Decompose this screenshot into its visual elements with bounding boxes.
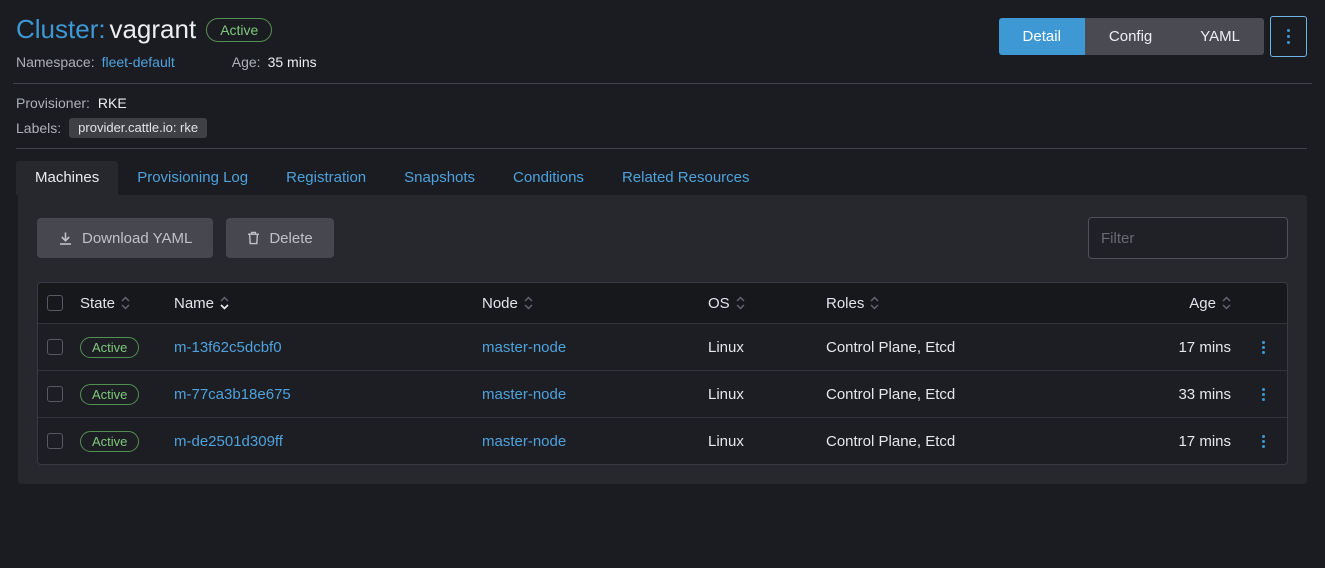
tab-bar: Machines Provisioning Log Registration S…: [16, 161, 1307, 195]
meta-divider: [16, 148, 1307, 149]
age-cell: 17 mins: [1119, 433, 1239, 450]
namespace-label: Namespace:: [16, 54, 95, 70]
status-badge: Active: [80, 384, 139, 405]
column-header-name[interactable]: Name: [166, 295, 474, 312]
tab-snapshots[interactable]: Snapshots: [385, 161, 494, 195]
column-header-age[interactable]: Age: [1119, 295, 1239, 312]
labels-row: Labels: provider.cattle.io: rke: [16, 118, 1309, 138]
table-row: Active m-de2501d309ff master-node Linux …: [38, 417, 1287, 464]
masthead-actions: Detail Config YAML: [999, 18, 1307, 57]
view-switcher: Detail Config YAML: [999, 18, 1264, 55]
sort-icon-active-desc: [220, 296, 229, 310]
download-icon: [58, 231, 73, 246]
age-value: 35 mins: [268, 54, 317, 70]
tab-machines[interactable]: Machines: [16, 161, 118, 195]
age-cell: 17 mins: [1119, 339, 1239, 356]
tab-conditions[interactable]: Conditions: [494, 161, 603, 195]
header-checkbox-cell: [38, 295, 72, 311]
node-link[interactable]: master-node: [482, 386, 566, 403]
tab-registration[interactable]: Registration: [267, 161, 385, 195]
sort-icon: [870, 296, 879, 310]
status-badge: Active: [80, 337, 139, 358]
sort-icon: [736, 296, 745, 310]
provisioner-row: Provisioner: RKE: [16, 95, 1309, 111]
machines-table: State Name: [37, 282, 1288, 465]
row-actions-menu-button[interactable]: [1256, 429, 1271, 454]
column-header-os[interactable]: OS: [700, 295, 818, 312]
node-link[interactable]: master-node: [482, 339, 566, 356]
config-view-button[interactable]: Config: [1085, 18, 1176, 55]
machine-name-link[interactable]: m-de2501d309ff: [174, 433, 283, 450]
os-cell: Linux: [700, 339, 818, 356]
machines-toolbar: Download YAML Delete: [37, 217, 1288, 259]
roles-cell: Control Plane, Etcd: [818, 339, 1119, 356]
masthead-subrow: Namespace: fleet-default Age: 35 mins: [16, 54, 317, 70]
column-header-roles[interactable]: Roles: [818, 295, 1119, 312]
tab-related-resources[interactable]: Related Resources: [603, 161, 769, 195]
download-yaml-button[interactable]: Download YAML: [37, 218, 213, 258]
cluster-detail-page: Cluster: vagrant Active Namespace: fleet…: [0, 0, 1325, 568]
sort-icon: [1222, 296, 1231, 310]
row-actions-menu-button[interactable]: [1256, 382, 1271, 407]
age-cell: 33 mins: [1119, 386, 1239, 403]
cluster-name: vagrant: [109, 14, 196, 44]
kebab-icon: [1287, 29, 1290, 32]
roles-cell: Control Plane, Etcd: [818, 433, 1119, 450]
sort-icon: [524, 296, 533, 310]
namespace-link[interactable]: fleet-default: [102, 54, 175, 70]
cluster-state-badge: Active: [206, 18, 272, 42]
roles-cell: Control Plane, Etcd: [818, 386, 1119, 403]
machines-panel: Download YAML Delete State: [18, 195, 1307, 484]
age-label: Age:: [232, 54, 261, 70]
masthead-left: Cluster: vagrant Active Namespace: fleet…: [16, 14, 317, 70]
table-header-row: State Name: [38, 283, 1287, 323]
labels-label: Labels:: [16, 120, 61, 136]
select-all-checkbox[interactable]: [47, 295, 63, 311]
column-header-state[interactable]: State: [72, 295, 166, 312]
row-checkbox[interactable]: [47, 339, 63, 355]
delete-label: Delete: [269, 230, 312, 247]
cluster-prefix: Cluster:: [16, 14, 106, 44]
delete-button[interactable]: Delete: [226, 218, 333, 258]
cluster-meta: Provisioner: RKE Labels: provider.cattle…: [0, 84, 1325, 138]
column-header-node[interactable]: Node: [474, 295, 700, 312]
sort-icon: [121, 296, 130, 310]
node-link[interactable]: master-node: [482, 433, 566, 450]
os-cell: Linux: [700, 433, 818, 450]
tab-provisioning-log[interactable]: Provisioning Log: [118, 161, 267, 195]
row-actions-menu-button[interactable]: [1256, 335, 1271, 360]
filter-input[interactable]: [1088, 217, 1288, 259]
machine-name-link[interactable]: m-13f62c5dcbf0: [174, 339, 282, 356]
kebab-icon: [1262, 435, 1265, 438]
trash-icon: [247, 231, 260, 245]
page-title: Cluster: vagrant Active: [16, 14, 317, 45]
cluster-actions-menu-button[interactable]: [1270, 16, 1307, 57]
provisioner-label: Provisioner:: [16, 95, 90, 111]
table-row: Active m-77ca3b18e675 master-node Linux …: [38, 370, 1287, 417]
kebab-icon: [1262, 388, 1265, 391]
resource-type-label: Cluster: vagrant: [16, 14, 196, 45]
download-yaml-label: Download YAML: [82, 230, 192, 247]
machine-name-link[interactable]: m-77ca3b18e675: [174, 386, 291, 403]
status-badge: Active: [80, 431, 139, 452]
kebab-icon: [1262, 341, 1265, 344]
row-checkbox[interactable]: [47, 433, 63, 449]
detail-view-button[interactable]: Detail: [999, 18, 1085, 55]
provisioner-value: RKE: [98, 95, 127, 111]
table-row: Active m-13f62c5dcbf0 master-node Linux …: [38, 323, 1287, 370]
label-chip: provider.cattle.io: rke: [69, 118, 207, 138]
row-checkbox[interactable]: [47, 386, 63, 402]
masthead: Cluster: vagrant Active Namespace: fleet…: [0, 0, 1325, 70]
os-cell: Linux: [700, 386, 818, 403]
yaml-view-button[interactable]: YAML: [1176, 18, 1264, 55]
